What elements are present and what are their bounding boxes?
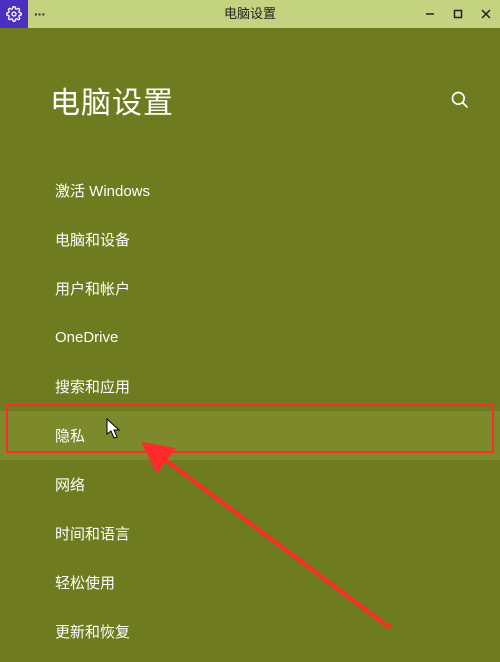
- nav-item-time-and-language[interactable]: 时间和语言: [0, 509, 500, 558]
- app-icon: [0, 0, 28, 28]
- settings-nav: 激活 Windows 电脑和设备 用户和帐户 OneDrive 搜索和应用 隐私…: [0, 166, 500, 656]
- nav-item-privacy[interactable]: 隐私: [0, 411, 500, 460]
- titlebar-ellipsis[interactable]: ···: [34, 0, 45, 28]
- nav-item-label: 用户和帐户: [55, 278, 130, 299]
- minimize-button[interactable]: [416, 0, 444, 28]
- window-controls: [416, 0, 500, 28]
- nav-item-label: OneDrive: [55, 329, 118, 346]
- search-icon: [450, 90, 470, 110]
- nav-item-label: 搜索和应用: [55, 376, 130, 397]
- nav-item-label: 电脑和设备: [55, 229, 130, 250]
- nav-item-ease-of-access[interactable]: 轻松使用: [0, 558, 500, 607]
- maximize-button[interactable]: [444, 0, 472, 28]
- nav-item-update-and-recovery[interactable]: 更新和恢复: [0, 607, 500, 656]
- nav-item-onedrive[interactable]: OneDrive: [0, 313, 500, 362]
- nav-item-activate-windows[interactable]: 激活 Windows: [0, 166, 500, 215]
- titlebar[interactable]: ··· 电脑设置: [0, 0, 500, 28]
- nav-item-users-and-accounts[interactable]: 用户和帐户: [0, 264, 500, 313]
- nav-item-label: 时间和语言: [55, 523, 130, 544]
- nav-item-search-and-apps[interactable]: 搜索和应用: [0, 362, 500, 411]
- close-button[interactable]: [472, 0, 500, 28]
- nav-item-label: 隐私: [55, 425, 85, 446]
- gear-icon: [6, 6, 22, 22]
- nav-item-label: 轻松使用: [55, 572, 115, 593]
- nav-item-network[interactable]: 网络: [0, 460, 500, 509]
- page-title: 电脑设置: [50, 78, 174, 122]
- app-window: ··· 电脑设置 电脑设置 激活 Windows: [0, 0, 500, 662]
- content-area: 电脑设置 激活 Windows 电脑和设备 用户和帐户 OneDrive 搜索和…: [0, 28, 500, 662]
- nav-item-pc-and-devices[interactable]: 电脑和设备: [0, 215, 500, 264]
- nav-item-label: 激活 Windows: [55, 180, 150, 201]
- nav-item-label: 网络: [55, 474, 85, 495]
- search-button[interactable]: [450, 90, 470, 110]
- page-header: 电脑设置: [50, 78, 470, 122]
- nav-item-label: 更新和恢复: [55, 621, 130, 642]
